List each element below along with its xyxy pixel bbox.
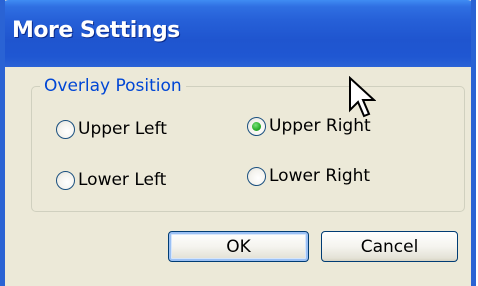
ok-button[interactable]: OK (168, 231, 309, 262)
radio-upper-right-button[interactable] (247, 116, 266, 136)
cancel-button[interactable]: Cancel (321, 231, 458, 262)
radio-lower-right-label[interactable]: Lower Right (269, 166, 370, 186)
window-title: More Settings (12, 18, 180, 43)
radio-lower-left-label[interactable]: Lower Left (78, 170, 166, 190)
radio-upper-left-label[interactable]: Upper Left (78, 119, 167, 139)
more-settings-dialog: More Settings Overlay Position Upper Lef… (0, 0, 476, 286)
radio-lower-right-button[interactable] (247, 166, 266, 186)
radio-upper-left[interactable]: Upper Left (56, 119, 167, 139)
dialog-body: Overlay Position Upper Left Upper Right … (5, 67, 471, 286)
overlay-position-group: Overlay Position Upper Left Upper Right … (31, 76, 465, 212)
radio-lower-left[interactable]: Lower Left (56, 170, 166, 190)
radio-upper-left-button[interactable] (56, 119, 75, 139)
overlay-position-legend: Overlay Position (40, 76, 186, 96)
title-bar[interactable]: More Settings (5, 0, 471, 67)
radio-lower-left-button[interactable] (56, 170, 75, 190)
radio-lower-right[interactable]: Lower Right (247, 166, 370, 186)
mouse-pointer-icon (349, 76, 376, 118)
